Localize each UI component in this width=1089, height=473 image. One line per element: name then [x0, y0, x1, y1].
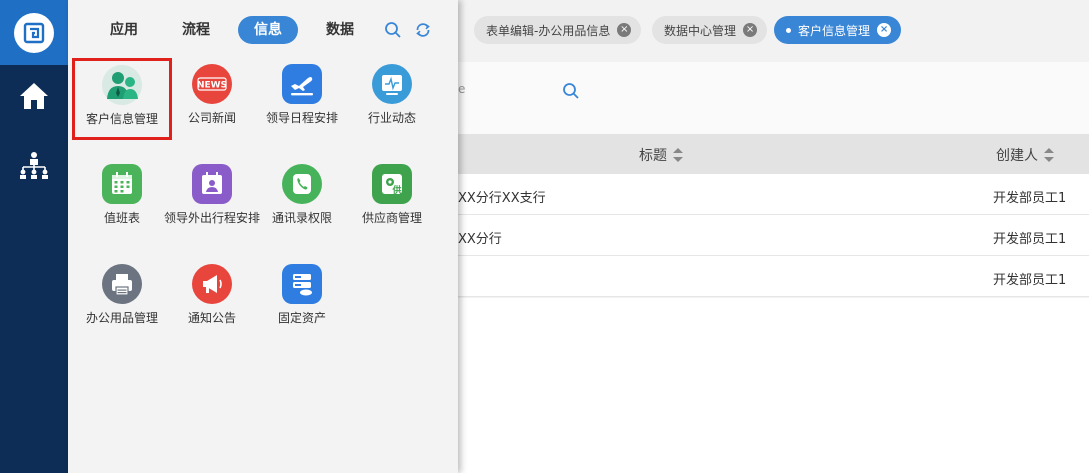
- home-icon[interactable]: [12, 74, 56, 118]
- news-icon: NEWS: [192, 64, 232, 104]
- app-fixed-assets[interactable]: 固定资产: [252, 264, 352, 326]
- supplier-icon: 供: [372, 164, 412, 204]
- phone-icon: [282, 164, 322, 204]
- calendar-grid-icon: [102, 164, 142, 204]
- open-tabs-bar: 表单编辑-办公用品信息 × 数据中心管理 × 客户信息管理 ×: [458, 0, 1089, 62]
- monitor-icon: [372, 64, 412, 104]
- app-label: 领导日程安排: [265, 111, 338, 125]
- table-empty-area: [458, 298, 1089, 473]
- row-creator: 开发部员工1: [993, 232, 1067, 247]
- printer-icon: [102, 264, 142, 304]
- open-tab[interactable]: 数据中心管理 ×: [652, 16, 768, 44]
- app-customer-info[interactable]: 客户信息管理: [72, 58, 172, 140]
- app-label: 行业动态: [367, 111, 416, 125]
- app-label: 公司新闻: [187, 111, 236, 125]
- search-icon[interactable]: [384, 21, 402, 43]
- logo-icon: [14, 12, 54, 53]
- panel-tabs: 应用 流程 信息 数据: [68, 16, 458, 44]
- app-label: 客户信息管理: [85, 112, 158, 126]
- row-title: XX分行: [458, 232, 502, 247]
- app-label: 通讯录权限: [271, 211, 332, 225]
- svg-text:供: 供: [391, 184, 401, 196]
- app-company-news[interactable]: NEWS 公司新闻: [162, 64, 262, 126]
- search-row: e: [458, 62, 1089, 134]
- search-icon[interactable]: [562, 82, 580, 104]
- app-supplier-management[interactable]: 供 供应商管理: [342, 164, 442, 226]
- app-duty-roster[interactable]: 值班表: [72, 164, 172, 226]
- table-row[interactable]: XX分行 开发部员工1: [458, 215, 1089, 256]
- app-label: 领导外出行程安排: [163, 211, 260, 225]
- open-tab-label: 客户信息管理: [798, 23, 871, 38]
- airplane-icon: [282, 64, 322, 104]
- row-title: XX分行XX支行: [458, 191, 546, 206]
- column-header-title[interactable]: 标题: [639, 145, 683, 165]
- open-tab-active[interactable]: 客户信息管理 ×: [774, 16, 902, 44]
- org-chart-icon[interactable]: [12, 143, 56, 187]
- tab-apps[interactable]: 应用: [94, 16, 154, 44]
- table-row[interactable]: XX分行XX支行 开发部员工1: [458, 174, 1089, 215]
- app-label: 供应商管理: [361, 211, 422, 225]
- app-label: 通知公告: [187, 311, 236, 325]
- app-label: 值班表: [103, 211, 140, 225]
- app-contacts-permission[interactable]: 通讯录权限: [252, 164, 352, 226]
- customer-icon: [102, 65, 142, 105]
- app-label: 固定资产: [277, 311, 326, 325]
- server-icon: [282, 264, 322, 304]
- tab-info[interactable]: 信息: [238, 16, 298, 44]
- close-icon[interactable]: ×: [743, 23, 758, 37]
- app-industry-news[interactable]: 行业动态: [342, 64, 442, 126]
- app-launcher-panel: 应用 流程 信息 数据 客户信息管理 NEWS 公司新闻 领导日程安排 行业动态…: [68, 0, 458, 473]
- row-creator: 开发部员工1: [993, 273, 1067, 288]
- megaphone-icon: [192, 264, 232, 304]
- column-header-creator[interactable]: 创建人: [996, 145, 1054, 165]
- tab-workflow[interactable]: 流程: [166, 16, 226, 44]
- sort-icon[interactable]: [673, 148, 683, 162]
- row-creator: 开发部员工1: [993, 191, 1067, 206]
- app-notices[interactable]: 通知公告: [162, 264, 262, 326]
- svg-text:NEWS: NEWS: [197, 81, 227, 91]
- table-header: 标题 创建人: [458, 134, 1089, 174]
- table-row[interactable]: 开发部员工1: [458, 256, 1089, 297]
- app-leader-travel[interactable]: 领导外出行程安排: [162, 164, 262, 226]
- refresh-icon[interactable]: [414, 21, 432, 43]
- app-logo[interactable]: [0, 0, 75, 65]
- open-tab[interactable]: 表单编辑-办公用品信息 ×: [474, 16, 642, 44]
- calendar-person-icon: [192, 164, 232, 204]
- data-table: 标题 创建人 XX分行XX支行 开发部员工1 XX分行 开发部员工1 开发部员工…: [458, 134, 1089, 297]
- search-input[interactable]: e: [458, 82, 465, 96]
- app-office-supplies[interactable]: 办公用品管理: [72, 264, 172, 326]
- sort-icon[interactable]: [1044, 148, 1054, 162]
- open-tab-label: 数据中心管理: [664, 23, 737, 38]
- left-rail: [0, 0, 75, 473]
- app-leader-schedule[interactable]: 领导日程安排: [252, 64, 352, 126]
- app-label: 办公用品管理: [85, 311, 158, 325]
- tab-data[interactable]: 数据: [310, 16, 370, 44]
- close-icon[interactable]: ×: [617, 23, 632, 37]
- active-dot-icon: [786, 27, 791, 33]
- close-icon[interactable]: ×: [877, 23, 892, 37]
- open-tab-label: 表单编辑-办公用品信息: [486, 23, 611, 38]
